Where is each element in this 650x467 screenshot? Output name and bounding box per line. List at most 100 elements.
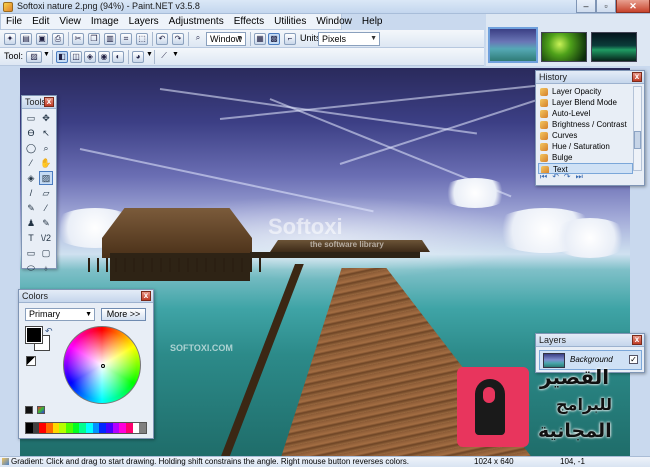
crop-to-selection-icon[interactable]: ⌗ [120, 33, 132, 45]
print-icon[interactable]: ⎙ [52, 33, 64, 45]
menu-view[interactable]: View [54, 14, 86, 29]
palette-swatch[interactable] [59, 423, 67, 433]
linear-gradient-icon[interactable]: ◧ [56, 51, 68, 63]
minimize-button[interactable]: – [576, 0, 596, 13]
rulers-icon[interactable]: ⌐ [284, 33, 296, 45]
history-panel-close-button[interactable]: x [632, 72, 642, 82]
paste-icon[interactable]: ▥ [104, 33, 116, 45]
palette-swatch[interactable] [139, 423, 147, 433]
menu-utilities[interactable]: Utilities [269, 14, 311, 29]
new-image-icon[interactable]: ✦ [4, 33, 16, 45]
redo-history-icon[interactable]: ↷ [564, 172, 571, 182]
palette-swatch[interactable] [52, 423, 60, 433]
palette-swatch[interactable] [26, 423, 33, 433]
radial-gradient-icon[interactable]: ◉ [98, 51, 110, 63]
palette-swatch[interactable] [46, 423, 53, 433]
freeform-shape-tool-icon[interactable]: ♁ [39, 261, 53, 275]
zoom-icon[interactable]: ⌕ [192, 33, 204, 45]
reset-colors-icon[interactable] [26, 356, 36, 366]
palette-swatch[interactable] [112, 423, 120, 433]
layers-panel-header[interactable]: Layers x [536, 334, 644, 347]
tools-panel-header[interactable]: Tools x [22, 96, 56, 109]
clone-stamp-tool-icon[interactable]: ♟ [24, 216, 38, 230]
colors-panel-close-button[interactable]: x [141, 291, 151, 301]
ellipse-tool-icon[interactable]: ⬭ [24, 261, 38, 275]
rectangle-select-tool-icon[interactable]: ▭ [24, 111, 38, 125]
zoom-select[interactable]: Window ▼ [206, 32, 246, 46]
undo-icon[interactable]: ↶ [156, 33, 168, 45]
open-icon[interactable]: ▤ [20, 33, 32, 45]
history-item[interactable]: Brightness / Contrast [538, 119, 633, 130]
image-tab-thumbnail[interactable] [591, 32, 637, 62]
linear-reflected-gradient-icon[interactable]: ◫ [70, 51, 82, 63]
maximize-button[interactable]: ▫ [596, 0, 616, 13]
zoom-tool-icon[interactable]: ⌕ [39, 141, 53, 155]
menu-adjustments[interactable]: Adjustments [164, 14, 229, 29]
move-selected-tool-icon[interactable]: ↖ [39, 126, 53, 140]
history-panel-header[interactable]: History x [536, 71, 644, 84]
history-scroll-thumb[interactable] [634, 131, 641, 149]
menu-window[interactable]: Window [311, 14, 357, 29]
colors-panel-header[interactable]: Colors x [19, 290, 153, 303]
history-item[interactable]: Layer Opacity [538, 86, 633, 97]
eraser-tool-icon[interactable]: ▱ [39, 186, 53, 200]
rewind-icon[interactable]: ⏮ [540, 172, 547, 182]
palette-swatch[interactable] [66, 423, 73, 433]
history-scrollbar[interactable] [633, 86, 642, 171]
copy-icon[interactable]: ❐ [88, 33, 100, 45]
text-tool-icon[interactable]: T [24, 231, 38, 245]
conical-gradient-icon[interactable]: ◐ [112, 51, 124, 63]
history-item[interactable]: Layer Blend Mode [538, 97, 633, 108]
palette-swatch[interactable] [99, 423, 107, 433]
palette-swatch[interactable] [132, 423, 140, 433]
history-item[interactable]: Hue / Saturation [538, 141, 633, 152]
toggle-rulers-icon[interactable]: ▦ [254, 33, 266, 45]
swap-colors-icon[interactable]: ↶ [45, 326, 53, 337]
menu-edit[interactable]: Edit [27, 14, 54, 29]
menu-effects[interactable]: Effects [229, 14, 269, 29]
palette-swatch[interactable] [86, 423, 93, 433]
palette-swatch[interactable] [32, 423, 40, 433]
palette-swatch[interactable] [92, 423, 100, 433]
save-icon[interactable]: ▣ [36, 33, 48, 45]
menu-layers[interactable]: Layers [124, 14, 164, 29]
current-tool-selector-icon[interactable]: ▨ [26, 51, 42, 63]
black-white-preset-icon[interactable] [25, 406, 33, 414]
layers-panel-close-button[interactable]: x [632, 335, 642, 345]
menu-file[interactable]: File [1, 14, 27, 29]
more-colors-button[interactable]: More >> [101, 308, 146, 321]
image-tab-thumbnail-active[interactable] [488, 27, 538, 63]
move-selection-tool-icon[interactable]: ✥ [39, 111, 53, 125]
fast-forward-icon[interactable]: ⏭ [576, 172, 583, 182]
layer-visibility-checkbox[interactable]: ✓ [629, 355, 638, 364]
magic-wand-tool-icon[interactable]: ⁄ [24, 156, 38, 170]
palette-swatch[interactable] [72, 423, 80, 433]
units-select[interactable]: Pixels ▼ [318, 32, 380, 46]
gradient-tool-icon[interactable]: ▨ [39, 171, 53, 185]
history-item[interactable]: Curves [538, 130, 633, 141]
ellipse-select-tool-icon[interactable]: ◯ [24, 141, 38, 155]
paintbrush-tool-icon[interactable]: / [24, 186, 38, 200]
menu-help[interactable]: Help [357, 14, 388, 29]
line-curve-tool-icon[interactable]: \/2 [39, 231, 53, 245]
palette-swatch[interactable] [39, 423, 47, 433]
undo-history-icon[interactable]: ↶ [552, 172, 559, 182]
palette-swatch[interactable] [126, 423, 133, 433]
palette-swatch[interactable] [119, 423, 127, 433]
color-picker-tool-icon[interactable]: ⁄ [39, 201, 53, 215]
palette-swatch[interactable] [79, 423, 87, 433]
diamond-gradient-icon[interactable]: ◈ [84, 51, 96, 63]
rectangle-tool-icon[interactable]: ▭ [24, 246, 38, 260]
deselect-icon[interactable]: ⬚ [136, 33, 148, 45]
color-mode-icon[interactable]: ◕ [132, 51, 144, 63]
toggle-grid-icon[interactable]: ▩ [268, 33, 280, 45]
color-wheel-cursor[interactable] [101, 364, 105, 368]
pan-tool-icon[interactable]: ✋ [39, 156, 53, 170]
paint-bucket-tool-icon[interactable]: ◈ [24, 171, 38, 185]
image-tab-thumbnail[interactable] [541, 32, 587, 62]
close-button[interactable]: ✕ [616, 0, 650, 13]
rounded-rectangle-tool-icon[interactable]: ▢ [39, 246, 53, 260]
palette-options-icon[interactable] [37, 406, 45, 414]
cut-icon[interactable]: ✂ [72, 33, 84, 45]
redo-icon[interactable]: ↷ [172, 33, 184, 45]
